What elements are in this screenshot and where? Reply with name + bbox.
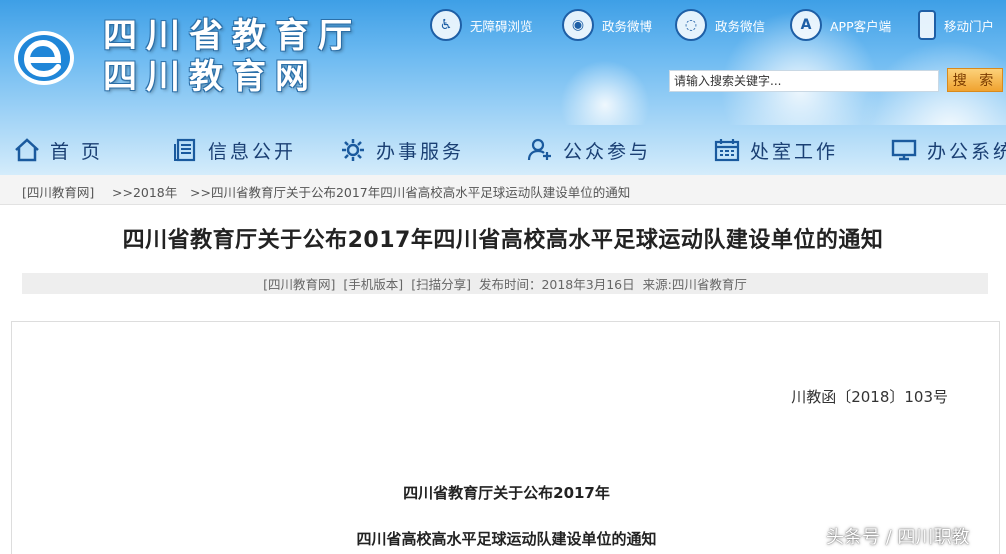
nav-item-label: 首 页	[50, 140, 104, 163]
breadcrumb: [四川教育网] >>2018年 >>四川省教育厅关于公布2017年四川省高校高水…	[0, 175, 1006, 205]
nav-item-label: 办事服务	[376, 140, 465, 163]
calendar-icon	[714, 139, 740, 162]
article-content: 川教函〔2018〕103号 四川省教育厅关于公布2017年 四川省高校高水平足球…	[11, 321, 1000, 554]
nav-item-public-participation[interactable]: 公众参与	[527, 125, 651, 175]
weibo-icon: ◉	[562, 9, 594, 41]
dandelion-decoration	[560, 60, 650, 125]
nav-item-department-work[interactable]: 处室工作	[714, 125, 838, 175]
main-nav: 首 页 信息公开 办事服务 公众参与 处室工作 办公系统	[0, 125, 1006, 175]
gear-icon	[342, 139, 364, 161]
nav-item-label: 信息公开	[208, 140, 297, 163]
site-name-line2: 四川教育网	[103, 57, 318, 97]
site-name-line1: 四川省教育厅	[103, 16, 361, 56]
wechat-icon: ◌	[675, 9, 707, 41]
breadcrumb-item-home[interactable]: [四川教育网]	[22, 182, 94, 201]
e-logo-icon[interactable]	[12, 28, 76, 88]
meta-share-link[interactable]: [扫描分享]	[411, 274, 471, 293]
meta-source: 来源:四川省教育厅	[642, 277, 747, 292]
home-icon	[15, 138, 39, 162]
quick-link-label: 政务微博	[602, 18, 653, 34]
app-store-icon: A	[790, 9, 822, 41]
accessibility-icon: ♿	[430, 9, 462, 41]
document-number: 川教函〔2018〕103号	[791, 388, 948, 406]
meta-mobile-link[interactable]: [手机版本]	[343, 274, 403, 293]
nav-item-label: 公众参与	[563, 140, 652, 163]
nav-item-home[interactable]: 首 页	[14, 125, 103, 175]
quick-link-mobile[interactable]: 移动门户	[918, 8, 994, 42]
quick-link-accessibility[interactable]: ♿ 无障碍浏览	[430, 8, 533, 42]
page: 四川省教育厅 四川教育网 ♿ 无障碍浏览 ◉ 政务微博 ◌ 政务微信 A APP…	[0, 0, 1006, 554]
search-button[interactable]: 搜 索	[947, 68, 1003, 92]
breadcrumb-item-current[interactable]: >>四川省教育厅关于公布2017年四川省高校高水平足球运动队建设单位的通知	[190, 182, 630, 201]
user-add-icon	[527, 138, 551, 161]
meta-publish-time: 发布时间：2018年3月16日	[478, 277, 635, 292]
quick-link-label: 移动门户	[944, 18, 995, 34]
site-name: 四川省教育厅 四川教育网	[103, 16, 361, 98]
document-heading-line1: 四川省教育厅关于公布2017年	[403, 484, 610, 502]
nav-item-services[interactable]: 办事服务	[340, 125, 464, 175]
nav-item-label: 办公系统	[927, 140, 1006, 163]
quick-link-wechat[interactable]: ◌ 政务微信	[675, 8, 765, 42]
breadcrumb-item-year[interactable]: >>2018年	[112, 182, 177, 201]
quick-link-label: 政务微信	[715, 18, 766, 34]
meta-site-link[interactable]: [四川教育网]	[263, 274, 335, 293]
quick-link-weibo[interactable]: ◉ 政务微博	[562, 8, 652, 42]
quick-link-label: APP客户端	[830, 18, 892, 34]
nav-item-office-system[interactable]: 办公系统	[891, 125, 1006, 175]
nav-item-label: 处室工作	[750, 140, 839, 163]
watermark: 头条号 / 四川职教	[826, 527, 970, 548]
monitor-icon	[891, 139, 917, 161]
page-title: 四川省教育厅关于公布2017年四川省高校高水平足球运动队建设单位的通知	[122, 228, 884, 253]
article-meta: [四川教育网] [手机版本] [扫描分享] 发布时间：2018年3月16日 来源…	[22, 273, 988, 294]
site-header: 四川省教育厅 四川教育网 ♿ 无障碍浏览 ◉ 政务微博 ◌ 政务微信 A APP…	[0, 0, 1006, 125]
document-icon	[174, 138, 196, 162]
search-input[interactable]	[669, 70, 939, 92]
mobile-phone-icon	[918, 10, 936, 40]
quick-link-label: 无障碍浏览	[470, 18, 533, 34]
quick-link-app[interactable]: A APP客户端	[790, 8, 891, 42]
nav-item-info-public[interactable]: 信息公开	[172, 125, 296, 175]
